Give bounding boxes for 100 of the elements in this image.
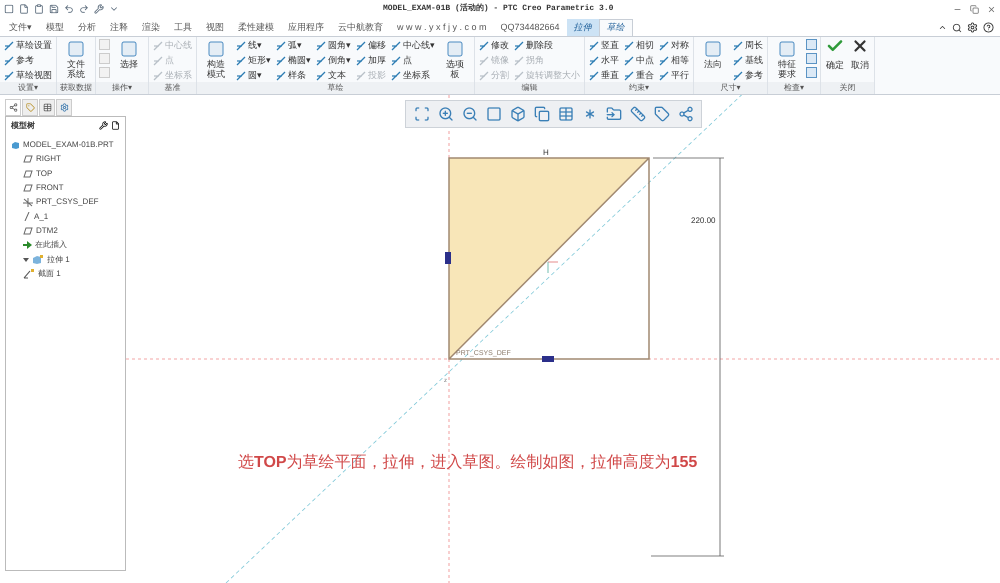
tree-item[interactable]: 截面 1 xyxy=(38,268,61,280)
app-icon[interactable] xyxy=(4,4,14,14)
search-icon[interactable] xyxy=(952,22,962,32)
tree-item[interactable]: 在此插入 xyxy=(35,239,67,252)
group-label[interactable]: 草绘 xyxy=(197,82,474,94)
group-label[interactable]: 基准 xyxy=(149,82,196,94)
group-label[interactable]: 尺寸▾ xyxy=(694,82,767,94)
tool-icon xyxy=(316,40,326,50)
group-label[interactable]: 编辑 xyxy=(475,82,584,94)
group-label[interactable]: 设置▾ xyxy=(0,82,56,94)
ribbon-large-button[interactable]: 选择 xyxy=(113,37,145,82)
tree-item[interactable]: PRT_CSYS_DEF xyxy=(36,196,99,208)
ribbon-tab[interactable]: 工具 xyxy=(167,19,199,36)
ribbon-large-button[interactable]: 法向 xyxy=(697,37,729,82)
tree-item[interactable]: DTM2 xyxy=(36,224,58,237)
ribbon-button[interactable]: 相切 xyxy=(623,39,655,52)
ribbon-button[interactable]: 线▾ xyxy=(235,39,272,52)
ribbon-button[interactable]: 样条 xyxy=(275,69,312,82)
tool-icon xyxy=(316,56,326,66)
ribbon-button[interactable]: 重合 xyxy=(623,69,655,82)
ribbon-tab[interactable]: w w w . y x f j y . c o m xyxy=(390,19,494,36)
dimension-value[interactable]: 220.00 xyxy=(691,216,716,225)
ribbon-large-button[interactable]: 选项板 xyxy=(439,37,471,82)
ribbon-tab[interactable]: 分析 xyxy=(71,19,103,36)
ribbon-button[interactable]: 周长 xyxy=(732,39,764,52)
tree-item[interactable]: RIGHT xyxy=(36,153,61,166)
ribbon-button[interactable]: 参考 xyxy=(732,69,764,82)
ribbon-tab[interactable]: 草绘 xyxy=(598,19,633,36)
ribbon-large-button[interactable]: 构造模式 xyxy=(200,37,232,82)
ribbon-button[interactable]: 偏移 xyxy=(355,39,387,52)
ribbon-tab[interactable]: 注释 xyxy=(103,19,135,36)
expand-toggle-icon[interactable] xyxy=(23,256,29,263)
tool-icon xyxy=(514,70,524,80)
ribbon-button[interactable]: 竖直 xyxy=(588,39,620,52)
group-label[interactable]: 获取数据 xyxy=(57,82,95,94)
ribbon-tab[interactable]: 拉伸 xyxy=(566,19,599,36)
layer-tab[interactable] xyxy=(39,99,55,116)
ribbon-large-button[interactable]: 特征要求 xyxy=(771,37,803,82)
ribbon-button[interactable]: 加厚 xyxy=(355,54,387,67)
ribbon-tab[interactable]: 柔性建模 xyxy=(231,19,281,36)
tool-icon xyxy=(514,40,524,50)
redo-icon[interactable] xyxy=(79,4,89,14)
ribbon-button[interactable]: 草绘设置 xyxy=(3,39,53,52)
tool-icon[interactable] xyxy=(806,39,817,50)
ok-button[interactable]: 确定 xyxy=(824,37,846,82)
tree-item[interactable]: MODEL_EXAM-01B.PRT xyxy=(23,139,114,152)
tree-item[interactable]: A_1 xyxy=(34,210,48,223)
help-icon[interactable] xyxy=(983,22,994,33)
ribbon-large-button[interactable]: 文件系统 xyxy=(60,37,92,82)
tree-item[interactable]: TOP xyxy=(36,168,52,180)
tool-icon[interactable] xyxy=(806,67,817,78)
undo-icon[interactable] xyxy=(64,4,74,14)
restore-icon[interactable] xyxy=(970,4,979,14)
save-icon[interactable] xyxy=(49,4,59,14)
new-icon[interactable] xyxy=(19,4,29,14)
ribbon-tab[interactable]: QQ734482664 xyxy=(494,19,567,36)
group-label[interactable]: 检查▾ xyxy=(768,82,820,94)
ribbon-tab[interactable]: 视图 xyxy=(199,19,231,36)
ribbon-button[interactable]: 椭圆▾ xyxy=(275,54,312,67)
ribbon-button[interactable]: 中点 xyxy=(623,54,655,67)
ribbon-button[interactable]: 弧▾ xyxy=(275,39,312,52)
ribbon-button[interactable]: 相等 xyxy=(658,54,690,67)
ribbon-button[interactable]: 文本 xyxy=(315,69,352,82)
ribbon-button[interactable]: 矩形▾ xyxy=(235,54,272,67)
model-tree-tab[interactable] xyxy=(5,99,21,116)
ribbon-button[interactable]: 垂直 xyxy=(588,69,620,82)
tool-icon[interactable] xyxy=(806,53,817,64)
ribbon-tab[interactable]: 云中航教育 xyxy=(331,19,390,36)
ribbon-button[interactable]: 修改 xyxy=(478,39,510,52)
ribbon-button[interactable]: 中心线▾ xyxy=(390,39,436,52)
settings-icon[interactable] xyxy=(967,22,978,33)
ribbon-button[interactable]: 坐标系 xyxy=(390,69,436,82)
ribbon-button[interactable]: 水平 xyxy=(588,54,620,67)
ribbon-button[interactable]: 基线 xyxy=(732,54,764,67)
page-icon[interactable] xyxy=(111,121,120,130)
globe-tab[interactable] xyxy=(56,99,72,116)
ribbon-button[interactable]: 草绘视图 xyxy=(3,69,53,82)
group-label[interactable]: 关闭 xyxy=(821,82,874,94)
ribbon-button[interactable]: 参考 xyxy=(3,54,53,67)
tool-icon xyxy=(703,39,723,59)
ribbon-button[interactable]: 对称 xyxy=(658,39,690,52)
ribbon-button[interactable]: 圆▾ xyxy=(235,69,272,82)
ribbon-tab[interactable]: 渲染 xyxy=(135,19,167,36)
ribbon-button[interactable]: 倒角▾ xyxy=(315,54,352,67)
group-label[interactable]: 约束▾ xyxy=(585,82,693,94)
group-label[interactable]: 操作▾ xyxy=(96,82,148,94)
cancel-button[interactable]: 取消 xyxy=(849,37,871,82)
ribbon-button[interactable]: 圆角▾ xyxy=(315,39,352,52)
tree-item[interactable]: FRONT xyxy=(36,182,64,194)
tool-icon xyxy=(659,70,669,80)
ribbon-button[interactable]: 点 xyxy=(390,54,436,67)
tree-item[interactable]: 拉伸 1 xyxy=(47,254,70,266)
close-icon[interactable] xyxy=(987,4,996,14)
collapse-icon[interactable] xyxy=(938,23,947,32)
ribbon-button[interactable]: 平行 xyxy=(658,69,690,82)
ribbon-tab[interactable]: 应用程序 xyxy=(281,19,331,36)
wrench-icon[interactable] xyxy=(99,121,108,130)
ribbon-button[interactable]: 删除段 xyxy=(513,39,581,52)
ribbon-tab[interactable]: 模型 xyxy=(39,19,71,36)
ribbon-tab[interactable]: 文件▾ xyxy=(2,19,39,36)
